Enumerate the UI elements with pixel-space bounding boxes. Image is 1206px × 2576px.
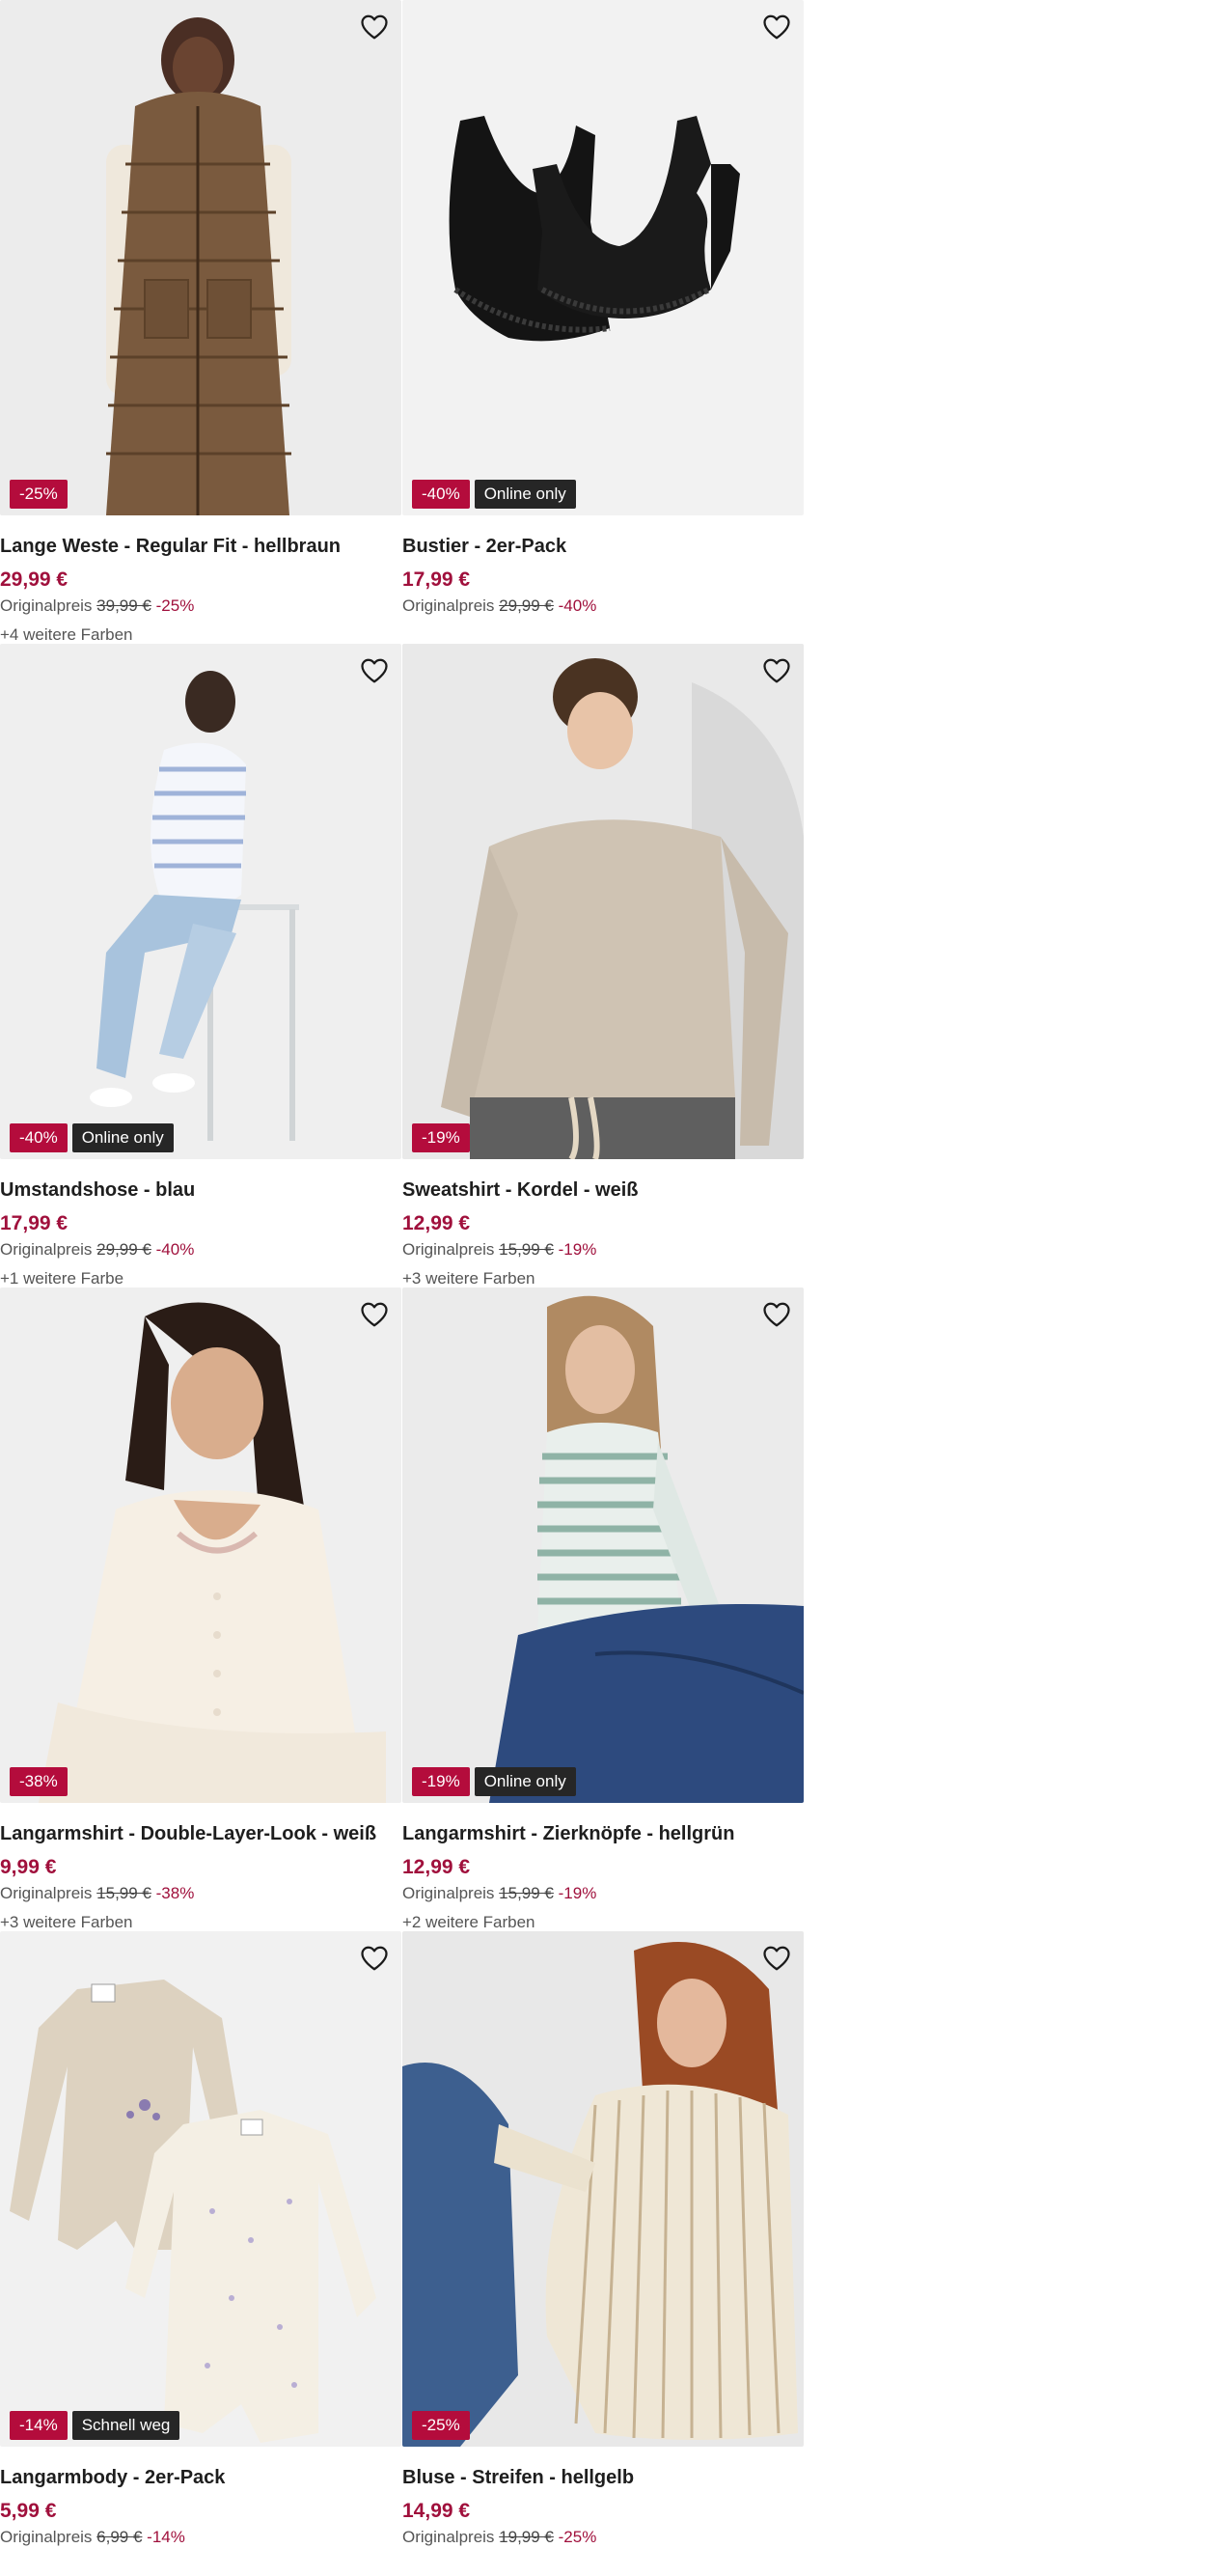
more-colors[interactable]: +3 weitere Farben — [0, 1912, 401, 1933]
original-price-label: Originalpreis — [0, 1240, 93, 1259]
discount-percent: -38% — [155, 1884, 195, 1902]
original-price-line: Originalpreis 15,99 € -38% — [0, 1883, 401, 1904]
product-card[interactable]: -19% Sweatshirt - Kordel - weiß 12,99 € … — [402, 644, 804, 1288]
product-image-baby-bodysuits[interactable] — [0, 1931, 401, 2447]
badges: -19% — [412, 1123, 470, 1152]
product-price: 17,99 € — [0, 1212, 69, 1234]
original-price-line: Originalpreis 6,99 € -14% — [0, 2527, 401, 2548]
badges: -40% Online only — [10, 1123, 174, 1152]
original-price: 29,99 € — [96, 1240, 151, 1259]
discount-badge: -25% — [10, 480, 68, 509]
discount-percent: -19% — [558, 1884, 597, 1902]
wishlist-heart-icon[interactable] — [759, 653, 794, 688]
discount-percent: -25% — [558, 2528, 597, 2546]
product-title[interactable]: Bluse - Streifen - hellgelb — [402, 2465, 804, 2490]
more-colors[interactable]: +1 weitere Farbe — [0, 1268, 401, 1289]
product-image-puffer-vest[interactable] — [0, 0, 401, 515]
product-card[interactable]: -19% Online only Langarmshirt - Zierknöp… — [402, 1288, 804, 1931]
original-price: 15,99 € — [96, 1884, 151, 1902]
product-title[interactable]: Sweatshirt - Kordel - weiß — [402, 1177, 804, 1203]
wishlist-heart-icon[interactable] — [759, 1297, 794, 1332]
discount-badge: -25% — [412, 2411, 470, 2440]
original-price-line: Originalpreis 15,99 € -19% — [402, 1239, 804, 1260]
original-price-label: Originalpreis — [402, 1884, 495, 1902]
wishlist-heart-icon[interactable] — [357, 10, 392, 44]
original-price-label: Originalpreis — [402, 1240, 495, 1259]
product-price: 12,99 € — [402, 1212, 471, 1234]
original-price-label: Originalpreis — [0, 2528, 93, 2546]
wishlist-heart-icon[interactable] — [357, 653, 392, 688]
discount-percent: -40% — [558, 596, 597, 615]
discount-percent: -25% — [155, 596, 195, 615]
original-price-line: Originalpreis 29,99 € -40% — [0, 1239, 401, 1260]
product-image-striped-blouse[interactable] — [402, 1931, 804, 2447]
wishlist-heart-icon[interactable] — [357, 1941, 392, 1976]
discount-badge: -14% — [10, 2411, 68, 2440]
original-price-label: Originalpreis — [402, 596, 495, 615]
product-image-black-bustiers[interactable] — [402, 0, 804, 515]
product-image-beige-sweatshirt[interactable] — [402, 644, 804, 1159]
product-price: 29,99 € — [0, 568, 69, 591]
original-price: 15,99 € — [499, 1884, 554, 1902]
discount-badge: -19% — [412, 1767, 470, 1796]
original-price-label: Originalpreis — [0, 596, 93, 615]
product-card[interactable]: -25% Lange Weste - Regular Fit - hellbra… — [0, 0, 401, 644]
original-price: 29,99 € — [499, 596, 554, 615]
product-card[interactable]: -38% Langarmshirt - Double-Layer-Look - … — [0, 1288, 401, 1931]
product-title[interactable]: Langarmbody - 2er-Pack — [0, 2465, 401, 2490]
product-card[interactable]: -40% Online only Umstandshose - blau 17,… — [0, 644, 401, 1288]
original-price-line: Originalpreis 39,99 € -25% — [0, 596, 401, 617]
badges: -38% — [10, 1767, 68, 1796]
product-image-maternity-jeans[interactable] — [0, 644, 401, 1159]
original-price-line: Originalpreis 29,99 € -40% — [402, 596, 804, 617]
wishlist-heart-icon[interactable] — [759, 10, 794, 44]
fast-selling-badge: Schnell weg — [71, 2411, 180, 2440]
online-only-badge: Online only — [71, 1123, 174, 1152]
more-colors[interactable]: +4 weitere Farben — [0, 624, 401, 646]
discount-badge: -40% — [412, 480, 470, 509]
badges: -40% Online only — [412, 480, 576, 509]
original-price: 6,99 € — [96, 2528, 143, 2546]
original-price-line: Originalpreis 19,99 € -25% — [402, 2527, 804, 2548]
product-price: 17,99 € — [402, 568, 471, 591]
product-card[interactable]: -25% Bluse - Streifen - hellgelb 14,99 €… — [402, 1931, 804, 2575]
product-image-green-striped-shirt[interactable] — [402, 1288, 804, 1803]
more-colors[interactable]: +2 weitere Farben — [402, 1912, 804, 1933]
product-title[interactable]: Langarmshirt - Double-Layer-Look - weiß — [0, 1821, 401, 1846]
product-title[interactable]: Langarmshirt - Zierknöpfe - hellgrün — [402, 1821, 804, 1846]
wishlist-heart-icon[interactable] — [357, 1297, 392, 1332]
discount-percent: -14% — [147, 2528, 185, 2546]
original-price: 39,99 € — [96, 596, 151, 615]
product-image-cream-longsleeve[interactable] — [0, 1288, 401, 1803]
product-card[interactable]: -40% Online only Bustier - 2er-Pack 17,9… — [402, 0, 804, 644]
online-only-badge: Online only — [474, 1767, 576, 1796]
online-only-badge: Online only — [474, 480, 576, 509]
discount-percent: -19% — [558, 1240, 597, 1259]
product-card[interactable]: -14% Schnell weg Langarmbody - 2er-Pack … — [0, 1931, 401, 2575]
original-price: 19,99 € — [499, 2528, 554, 2546]
badges: -19% Online only — [412, 1767, 576, 1796]
more-colors[interactable]: +3 weitere Farben — [402, 1268, 804, 1289]
original-price: 15,99 € — [499, 1240, 554, 1259]
discount-badge: -40% — [10, 1123, 68, 1152]
product-price: 12,99 € — [402, 1856, 471, 1878]
wishlist-heart-icon[interactable] — [759, 1941, 794, 1976]
discount-badge: -19% — [412, 1123, 470, 1152]
product-price: 5,99 € — [0, 2500, 57, 2522]
discount-badge: -38% — [10, 1767, 68, 1796]
badges: -25% — [10, 480, 68, 509]
product-title[interactable]: Bustier - 2er-Pack — [402, 534, 804, 559]
product-price: 9,99 € — [0, 1856, 57, 1878]
badges: -14% Schnell weg — [10, 2411, 180, 2440]
original-price-label: Originalpreis — [402, 2528, 495, 2546]
discount-percent: -40% — [155, 1240, 195, 1259]
original-price-label: Originalpreis — [0, 1884, 93, 1902]
product-title[interactable]: Lange Weste - Regular Fit - hellbraun — [0, 534, 401, 559]
original-price-line: Originalpreis 15,99 € -19% — [402, 1883, 804, 1904]
product-price: 14,99 € — [402, 2500, 471, 2522]
product-title[interactable]: Umstandshose - blau — [0, 1177, 401, 1203]
badges: -25% — [412, 2411, 470, 2440]
